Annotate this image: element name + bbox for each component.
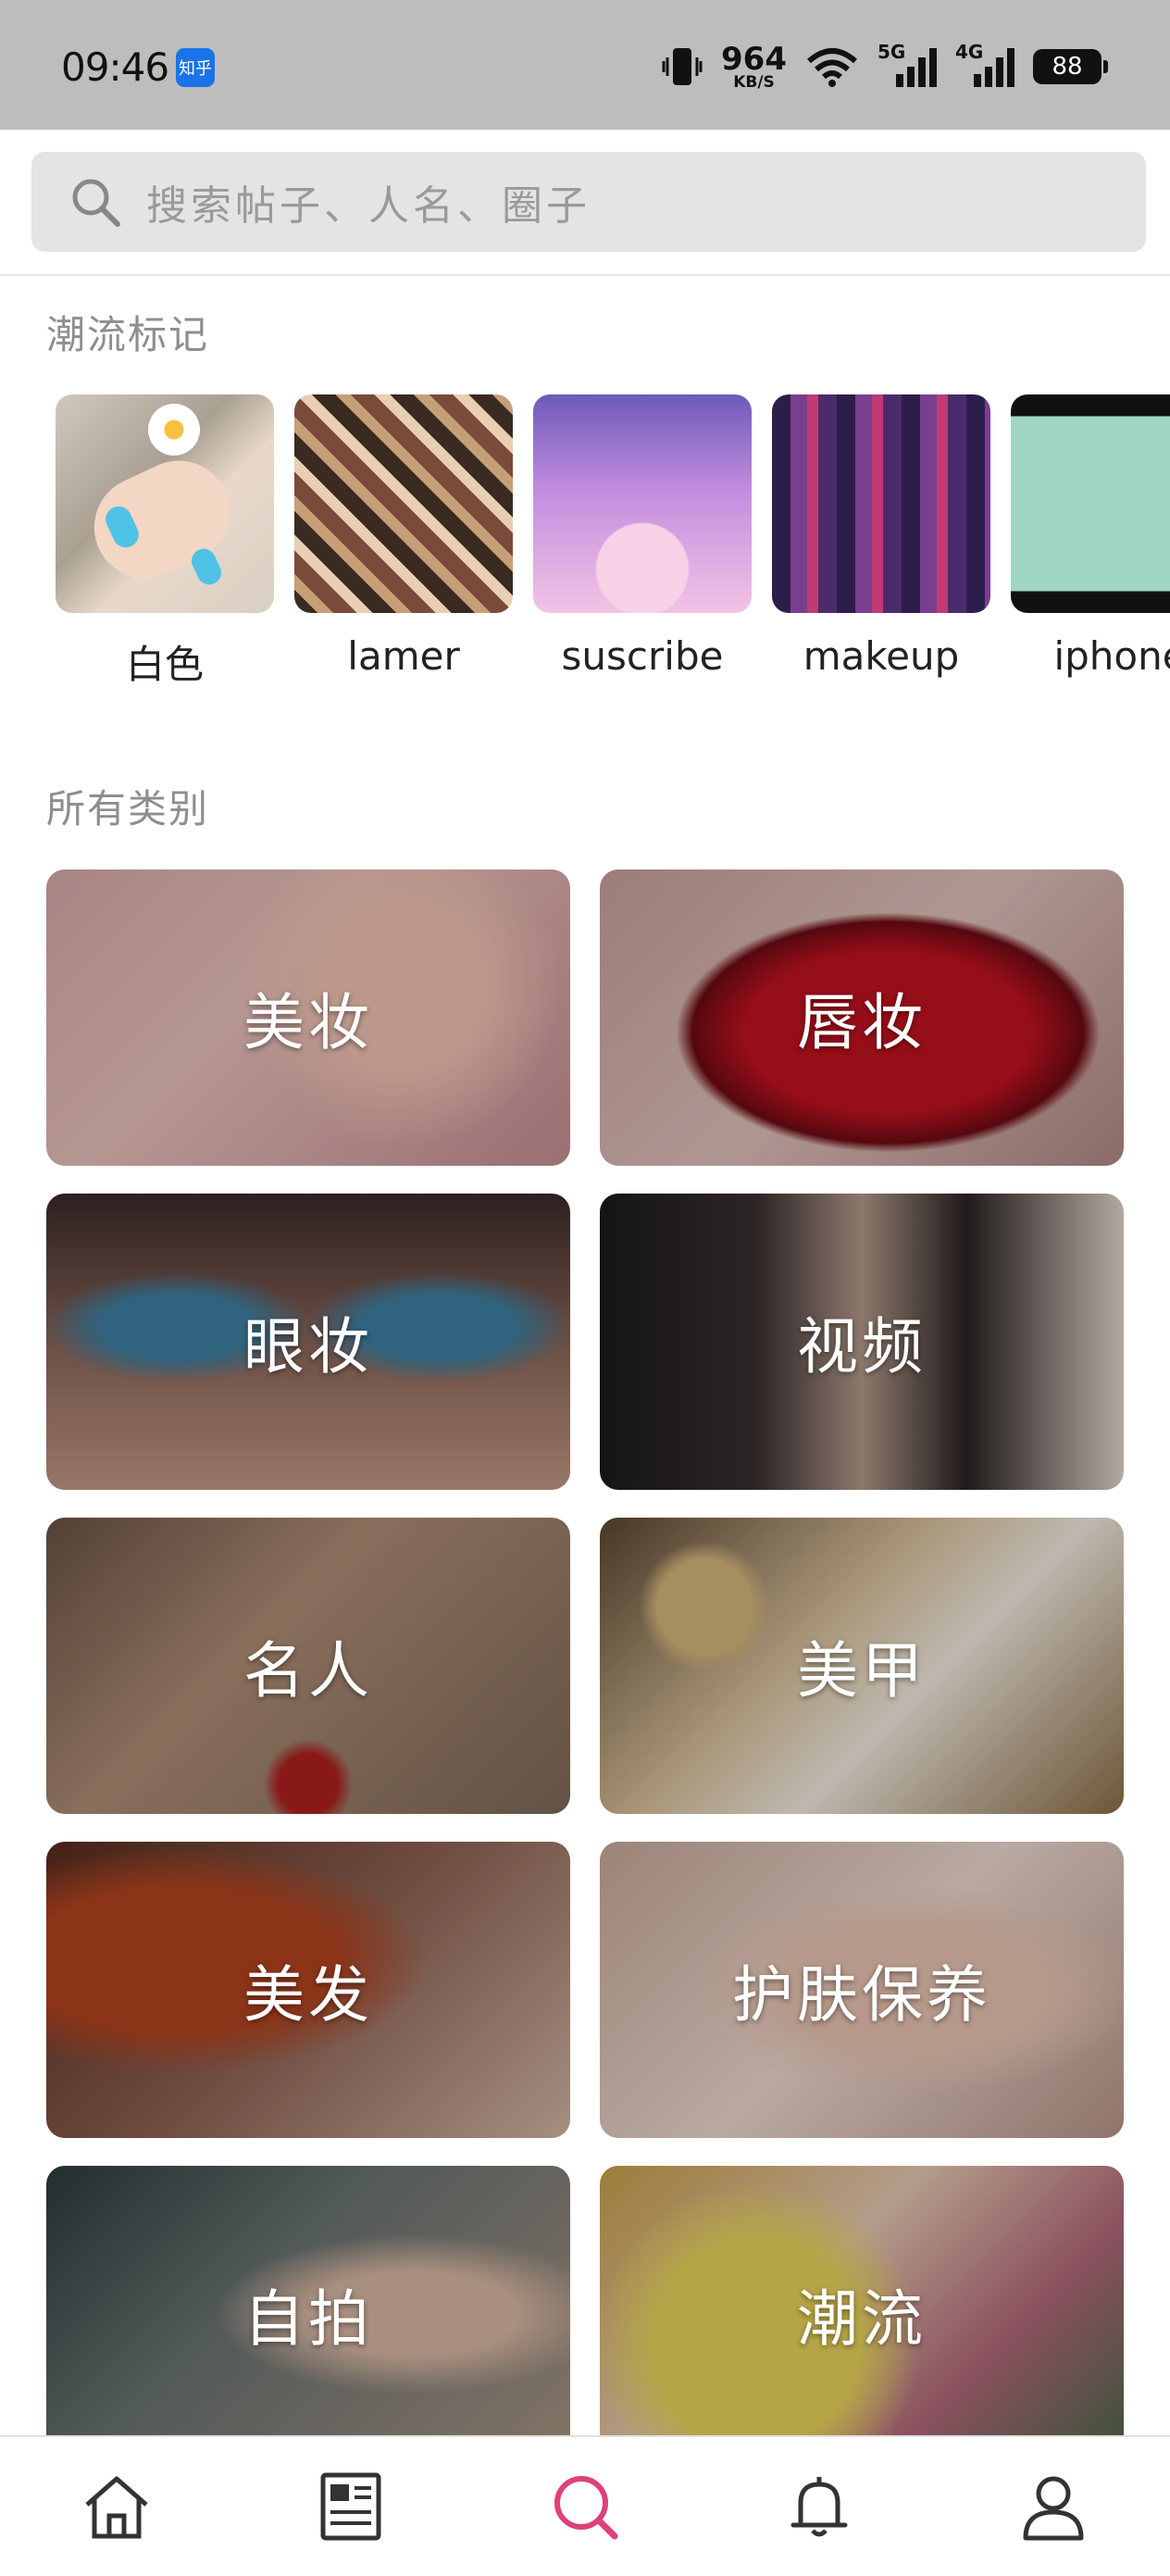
category-card[interactable]: 美妆 <box>46 869 570 1166</box>
tag-item[interactable]: suscribe <box>533 394 752 679</box>
tag-label: iphone <box>1053 633 1170 679</box>
category-card[interactable]: 视频 <box>600 1194 1124 1490</box>
tag-item[interactable]: makeup <box>772 394 990 679</box>
tag-thumbnail <box>56 394 274 613</box>
tag-label: suscribe <box>561 633 724 679</box>
tag-label: makeup <box>803 633 960 679</box>
feed-icon <box>320 2472 381 2541</box>
search-icon <box>554 2476 618 2540</box>
category-card[interactable]: 自拍 <box>46 2166 570 2462</box>
category-label: 名人 <box>243 1635 373 1707</box>
category-label: 眼妆 <box>243 1311 373 1382</box>
tag-label: lamer <box>347 633 460 679</box>
bottom-navigation <box>0 2435 1170 2576</box>
profile-icon <box>1023 2476 1084 2541</box>
tag-item[interactable]: lamer <box>294 394 513 679</box>
divider <box>0 274 1170 276</box>
category-label: 美甲 <box>797 1635 927 1707</box>
tag-item[interactable]: iphone <box>1011 394 1170 679</box>
nav-search[interactable] <box>529 2451 641 2562</box>
battery-indicator: 88 <box>1033 49 1108 84</box>
tag-label: 白色 <box>125 642 204 687</box>
trending-tags: 白色 lamer suscribe makeup iphone <box>0 394 1170 691</box>
nav-home[interactable] <box>61 2451 172 2562</box>
signal-4g-icon: 4G <box>955 41 1014 89</box>
nav-feed[interactable] <box>295 2451 406 2562</box>
nav-notifications[interactable] <box>764 2451 875 2562</box>
search-placeholder: 搜索帖子、人名、圈子 <box>146 182 591 230</box>
network-speed: 964 KB/S <box>721 40 787 92</box>
signal-5g-icon: 5G <box>878 41 937 89</box>
home-icon <box>85 2476 149 2539</box>
search-input[interactable]: 搜索帖子、人名、圈子 <box>31 152 1146 252</box>
bell-icon <box>790 2477 848 2537</box>
category-label: 唇妆 <box>797 987 927 1058</box>
category-card[interactable]: 美甲 <box>600 1518 1124 1814</box>
category-label: 美发 <box>243 1959 373 2031</box>
wifi-icon <box>807 48 857 87</box>
status-bar: 09:46 知乎 964 KB/S 5G 4G 88 <box>0 0 1170 130</box>
vibrate-icon <box>662 48 703 85</box>
category-card[interactable]: 名人 <box>46 1518 570 1814</box>
zhihu-app-icon: 知乎 <box>176 48 215 87</box>
status-icons: 964 KB/S 5G 4G 88 <box>662 40 1108 93</box>
category-label: 自拍 <box>243 2283 373 2355</box>
tag-thumbnail <box>772 394 990 613</box>
category-label: 护肤保养 <box>732 1959 991 2031</box>
tag-item[interactable]: 白色 <box>56 394 274 690</box>
category-card[interactable]: 潮流 <box>600 2166 1124 2462</box>
tag-thumbnail <box>1011 394 1170 613</box>
category-label: 视频 <box>797 1311 927 1382</box>
category-label: 美妆 <box>243 987 373 1058</box>
tag-thumbnail <box>294 394 513 613</box>
category-card[interactable]: 眼妆 <box>46 1194 570 1490</box>
category-card[interactable]: 唇妆 <box>600 869 1124 1166</box>
nav-profile[interactable] <box>998 2451 1109 2562</box>
category-card[interactable]: 护肤保养 <box>600 1842 1124 2138</box>
category-label: 潮流 <box>797 2283 927 2355</box>
tag-thumbnail <box>533 394 752 613</box>
clock: 09:46 <box>61 44 169 90</box>
categories-title: 所有类别 <box>46 786 210 832</box>
trending-title: 潮流标记 <box>46 312 210 357</box>
category-card[interactable]: 美发 <box>46 1842 570 2138</box>
search-icon <box>72 179 120 227</box>
